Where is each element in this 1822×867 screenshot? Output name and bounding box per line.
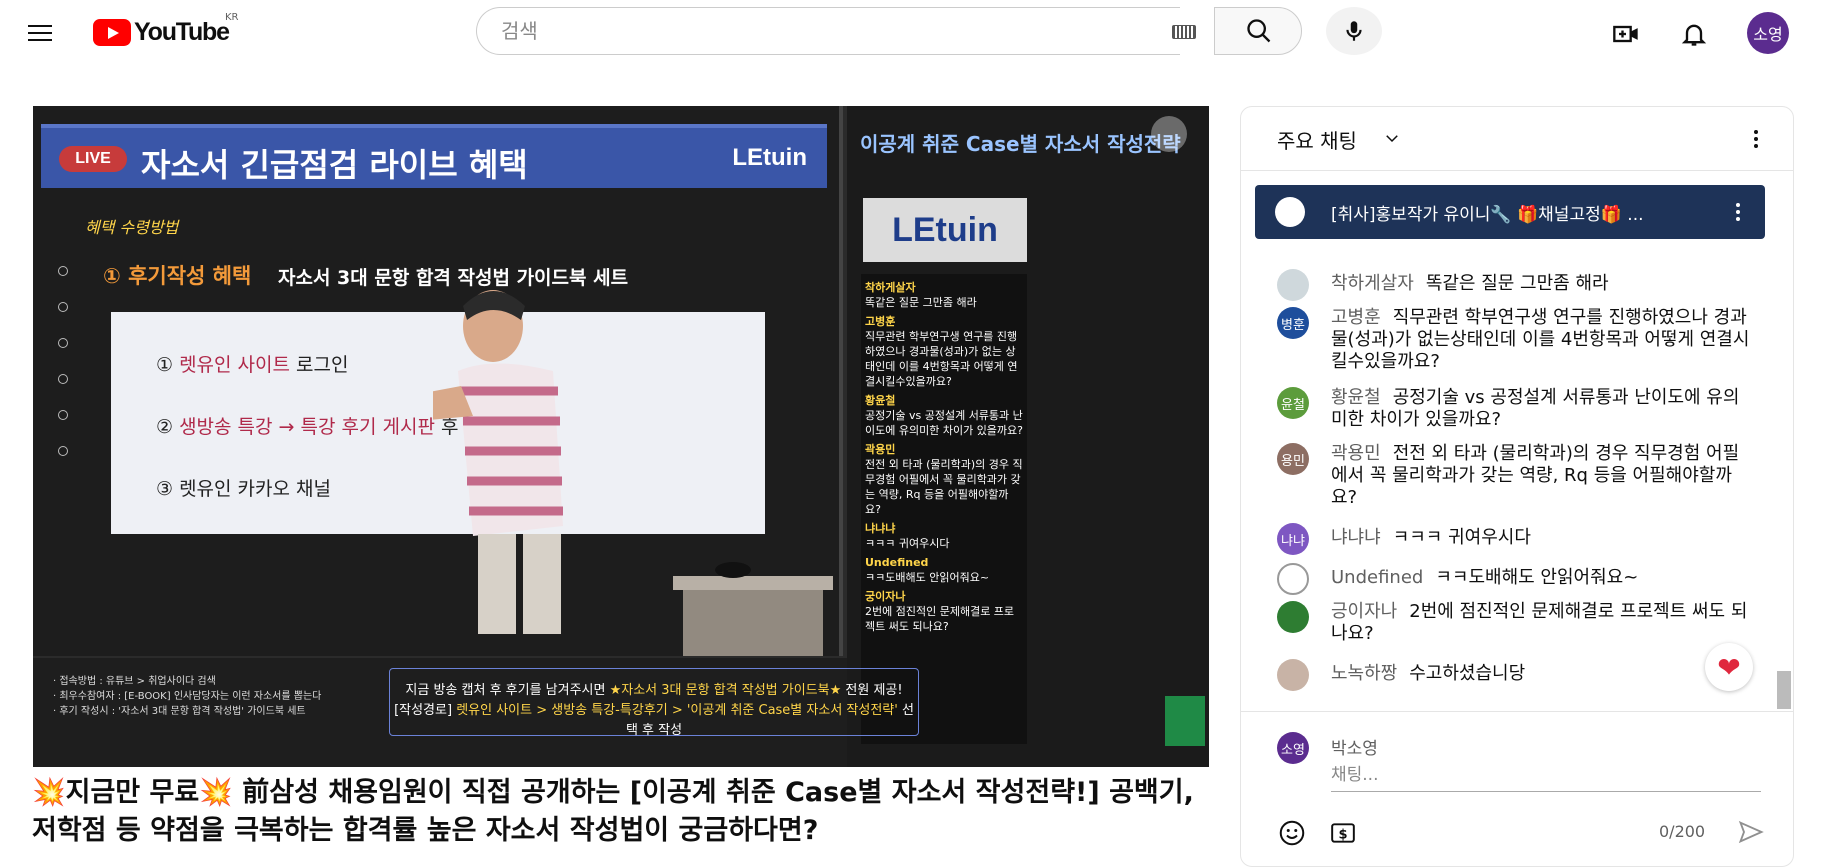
keyboard-icon[interactable] [1172, 25, 1196, 39]
mini-chat-item: 착하게살자 똑같은 질문 그만좀 해라 [865, 281, 977, 309]
chat-avatar[interactable] [1277, 269, 1309, 301]
lower-bar-notice-box: 지금 방송 캡처 후 후기를 남겨주시면 ★자소서 3대 문항 합격 작성법 가… [389, 668, 919, 738]
pinned-more-icon[interactable] [1735, 200, 1741, 224]
desk-furniture [673, 562, 833, 656]
char-counter: 0/200 [1659, 822, 1706, 841]
lower-bar-notes: · 접속방법 : 유튜브 > 취업사이다 검색 · 최우수참여자 : [E-BO… [53, 676, 322, 717]
mini-chat-item: Undefined ㅋㅋ도배해도 안읽어줘요~ [865, 556, 990, 584]
send-icon[interactable] [1737, 818, 1765, 846]
chat-avatar[interactable]: 윤철 [1277, 387, 1309, 419]
chat-avatar[interactable] [1277, 659, 1309, 691]
screen-line-3: ③ 렛유인 카카오 채널 [156, 478, 331, 500]
chevron-down-icon[interactable] [1383, 129, 1401, 147]
step1-label: ① 후기작성 혜택 [103, 264, 252, 288]
search-button[interactable] [1214, 7, 1302, 55]
svg-text:$: $ [1338, 827, 1347, 842]
logo-country: KR [225, 12, 239, 23]
chat-composer: 소영 박소영 $ 0/200 [1241, 711, 1793, 866]
composer-avatar: 소영 [1277, 732, 1309, 764]
chat-text: 똑같은 질문 그만좀 해라 [1425, 273, 1609, 294]
chat-avatar[interactable]: 용민 [1277, 443, 1309, 475]
chat-mode-selector[interactable]: 주요 채팅 [1277, 125, 1357, 154]
chat-author[interactable]: 노녹하짱 [1331, 663, 1397, 684]
composer-username: 박소영 [1331, 739, 1378, 759]
microphone-icon [1346, 21, 1362, 41]
live-chat-panel: 주요 채팅 [취사]홍보작가 유이니🔧 🎁채널고정🎁 ... 착하게살자 똑같은 … [1240, 106, 1794, 867]
mini-chat-item: 고병훈 직무관련 학부연구생 연구를 진행하였으나 경과물(성과)가 없는 상태인… [865, 315, 1018, 388]
screen-line-1: ① 렛유인 사이트 로그인 [156, 354, 349, 376]
banner-logo: LEtuin [732, 144, 807, 171]
video-player[interactable]: LIVE 자소서 긴급점검 라이브 혜택 LEtuin 혜택 수령방법 ① 후기… [33, 106, 1209, 767]
logo-text: YouTube [134, 18, 230, 46]
chat-text: 수고하셨습니당 [1409, 663, 1526, 684]
chat-author[interactable]: 긍이자나 [1331, 601, 1397, 622]
voice-search-button[interactable] [1326, 7, 1382, 55]
benefit-subtitle: 혜택 수령방법 [85, 218, 179, 237]
heart-reaction-button[interactable]: ❤ [1705, 643, 1753, 691]
banner-title: 자소서 긴급점검 라이브 혜택 [141, 146, 528, 184]
video-title: 💥지금만 무료💥 前삼성 채용임원이 직접 공개하는 [이공계 취준 Case별… [32, 777, 1194, 846]
search-box [476, 7, 1180, 55]
chat-avatar[interactable] [1277, 563, 1309, 595]
chat-header: 주요 채팅 [1241, 107, 1793, 171]
chat-input[interactable] [1331, 758, 1761, 792]
chat-scrollbar[interactable] [1777, 671, 1791, 709]
mini-chat-item: 궁이자나 2번에 점진적인 문제해결로 프로젝트 써도 되나요? [865, 590, 1015, 633]
top-header: YouTube KR 소영 [0, 0, 1822, 64]
presenter-figure [433, 290, 563, 634]
chat-author[interactable]: Undefined [1331, 567, 1423, 588]
chat-avatar[interactable]: 냐냐 [1277, 523, 1309, 555]
whiteboard-tools [58, 266, 72, 486]
emoji-icon[interactable] [1277, 818, 1307, 848]
chat-text: 공정기술 vs 공정설계 서류통과 난이도에 유의미한 차이가 있을까요? [1331, 387, 1740, 430]
pinned-avatar [1275, 197, 1305, 227]
chat-avatar[interactable]: 병훈 [1277, 307, 1309, 339]
live-badge: LIVE [59, 146, 127, 172]
chat-more-options-icon[interactable] [1753, 127, 1759, 151]
chat-author[interactable]: 곽용민 [1331, 443, 1381, 464]
chat-text: ㅋㅋ도배해도 안읽어줘요~ [1435, 567, 1639, 588]
side-panel-logo: LEtuin [863, 198, 1027, 262]
mini-chat-item: 냐냐냐 ㅋㅋㅋ 귀여우시다 [865, 522, 950, 550]
chat-text: 전전 외 타과 (물리학과)의 경우 직무경험 어필에서 꼭 물리학과가 갖는 … [1331, 443, 1740, 508]
chat-avatar[interactable] [1277, 601, 1309, 633]
mini-chat-item: 황윤철 공정기술 vs 공정설계 서류통과 난이도에 유의미한 차이가 있을까요? [865, 394, 1024, 437]
video-overlay-button[interactable] [1151, 116, 1187, 152]
chat-author[interactable]: 착하게살자 [1331, 273, 1414, 294]
mini-chat-item: 곽용민 전전 외 타과 (물리학과)의 경우 직무경험 어필에서 꼭 물리학과가 … [865, 443, 1023, 516]
video-banner: LIVE 자소서 긴급점검 라이브 혜택 LEtuin [41, 124, 827, 188]
search-icon [1247, 19, 1271, 43]
user-avatar[interactable]: 소영 [1747, 12, 1789, 54]
youtube-logo[interactable]: YouTube KR [93, 12, 239, 47]
notifications-bell-icon[interactable] [1680, 20, 1708, 48]
side-panel-title: 이공계 취준 Case별 자소서 작성전략 [860, 132, 1181, 156]
menu-icon[interactable] [28, 20, 52, 44]
chat-author[interactable]: 고병훈 [1331, 307, 1381, 328]
youtube-play-icon [93, 19, 131, 46]
pinned-message[interactable]: [취사]홍보작가 유이니🔧 🎁채널고정🎁 ... [1255, 185, 1765, 239]
chat-author[interactable]: 냐냐냐 [1331, 527, 1381, 548]
screen-line-2: ② 생방송 특강 → 특강 후기 게시판 후 [156, 416, 459, 438]
video-lower-bar: · 접속방법 : 유튜브 > 취업사이다 검색 · 최우수참여자 : [E-BO… [33, 658, 919, 767]
chat-author[interactable]: 황윤철 [1331, 387, 1381, 408]
channel-corner-logo [1165, 696, 1205, 746]
pinned-message-text: [취사]홍보작가 유이니🔧 🎁채널고정🎁 ... [1331, 205, 1644, 225]
video-whiteboard: LIVE 자소서 긴급점검 라이브 혜택 LEtuin 혜택 수령방법 ① 후기… [33, 106, 843, 656]
create-video-icon[interactable] [1612, 20, 1640, 48]
super-chat-icon[interactable]: $ [1329, 820, 1357, 846]
chat-text: 직무관련 학부연구생 연구를 진행하였으나 경과물(성과)가 없는상태인데 이를… [1331, 307, 1750, 372]
chat-text: ㅋㅋㅋ 귀여우시다 [1392, 527, 1531, 548]
search-input[interactable] [501, 8, 1101, 54]
